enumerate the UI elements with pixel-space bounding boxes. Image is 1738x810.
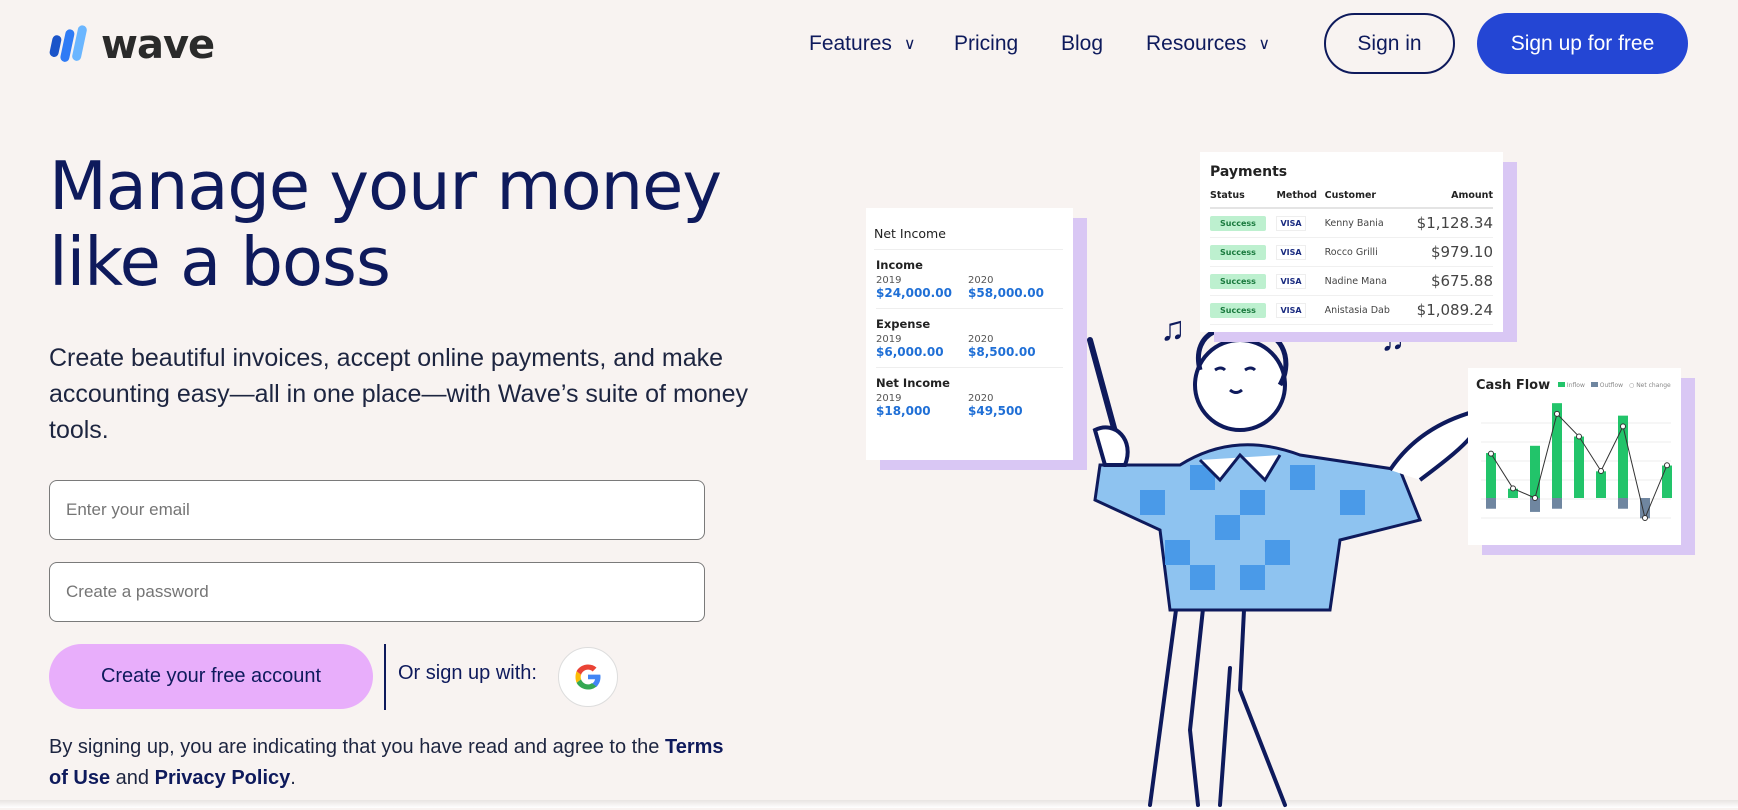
customer-name: Kenny Bania [1324, 208, 1403, 238]
legend: Inflow Outflow ○ Net change [1558, 382, 1671, 389]
outflow-bar [1486, 498, 1496, 509]
value: $6,000.00 [876, 345, 944, 359]
status-badge: Success [1210, 244, 1266, 260]
nav-features[interactable]: Features ∨ [809, 26, 916, 62]
nav-pricing[interactable]: Pricing [954, 26, 1018, 62]
payment-row: Success VISA Rocco Grilli $979.10 [1210, 237, 1493, 267]
section-label: Net Income [876, 376, 950, 390]
wave-logo[interactable]: wave [49, 22, 215, 68]
year: 2020 [968, 393, 994, 404]
net-change-point [1488, 450, 1494, 457]
sign-up-button[interactable]: Sign up for free [1477, 13, 1688, 74]
status-badge: Success [1210, 215, 1266, 231]
amount: $675.88 [1402, 266, 1493, 296]
value: $49,500 [968, 404, 1023, 418]
inflow-bar [1596, 471, 1606, 498]
value: $58,000.00 [968, 286, 1044, 300]
customer-name: Rocco Grilli [1324, 237, 1403, 267]
music-note-icon: ♫ [1160, 310, 1186, 348]
visa-icon: VISA [1276, 215, 1306, 231]
net-change-point [1664, 462, 1670, 469]
status-badge: Success [1210, 302, 1266, 318]
section-label: Expense [876, 317, 931, 331]
visa-icon: VISA [1276, 244, 1306, 260]
payment-row: Success VISA Kenny Bania $1,128.34 [1210, 208, 1493, 238]
character-illustration: ♫ ♫ ♫ [1040, 300, 1483, 807]
year: 2020 [968, 275, 994, 286]
card-title: Net Income [874, 226, 1063, 250]
customer-name: Anistasia Dab [1324, 295, 1403, 325]
value: $24,000.00 [876, 286, 952, 300]
terms-suffix: . [290, 767, 296, 789]
wave-logo-icon [49, 25, 87, 62]
payments-table: Status Method Customer Amount Success VIS… [1210, 190, 1493, 325]
status-badge: Success [1210, 273, 1266, 289]
net-change-point [1642, 515, 1648, 522]
column-header: Status [1210, 190, 1277, 209]
privacy-policy-link[interactable]: Privacy Policy [155, 767, 291, 789]
year: 2019 [876, 275, 902, 286]
cash-flow-chart [1481, 403, 1672, 522]
value: $8,500.00 [968, 345, 1036, 359]
page-title: Manage your money like a boss [49, 147, 722, 301]
sign-in-button[interactable]: Sign in [1324, 13, 1455, 74]
nav-blog[interactable]: Blog [1061, 26, 1103, 62]
chevron-down-icon: ∨ [1258, 36, 1271, 53]
net-change-point [1532, 495, 1538, 501]
hero-description: Create beautiful invoices, accept online… [49, 344, 748, 444]
inflow-bar [1574, 436, 1584, 498]
net-income-section: Net Income 2019 2020 $18,000 $49,500 [876, 368, 1063, 426]
legend-outflow: Outflow [1590, 382, 1623, 389]
income-section: Income 2019 2020 $24,000.00 $58,000.00 [876, 250, 1063, 309]
net-change-point [1554, 410, 1560, 417]
customer-name: Nadine Mana [1324, 266, 1403, 296]
visa-icon: VISA [1276, 273, 1306, 289]
expense-section: Expense 2019 2020 $6,000.00 $8,500.00 [876, 309, 1063, 368]
amount: $1,089.24 [1402, 295, 1493, 325]
nav-resources[interactable]: Resources ∨ [1146, 26, 1270, 62]
or-sign-up-label: Or sign up with: [398, 662, 537, 684]
net-income-card: Net Income Income 2019 2020 $24,000.00 $58,0… [866, 208, 1073, 460]
amount: $979.10 [1402, 237, 1493, 267]
email-input[interactable] [49, 480, 705, 540]
column-header: Method [1276, 190, 1325, 209]
nav-resources-label: Resources [1146, 32, 1247, 55]
google-icon [575, 664, 601, 690]
chevron-down-icon: ∨ [903, 36, 916, 53]
legend-inflow: Inflow [1558, 382, 1585, 389]
password-input[interactable] [49, 562, 705, 622]
column-header: Customer [1324, 190, 1403, 209]
legend-net: ○ Net change [1629, 382, 1671, 389]
amount: $1,128.34 [1402, 208, 1493, 238]
visa-icon: VISA [1276, 302, 1306, 318]
year: 2019 [876, 393, 902, 404]
payments-card: Payments Status Method Customer Amount S… [1200, 152, 1503, 332]
card-title: Payments [1210, 164, 1288, 180]
brand-name: wave [101, 22, 215, 68]
value: $18,000 [876, 404, 931, 418]
year: 2020 [968, 334, 994, 345]
outflow-bar [1618, 498, 1628, 509]
terms-text: By signing up, you are indicating that y… [49, 732, 729, 794]
google-signin-button[interactable] [558, 647, 618, 707]
nav-features-label: Features [809, 32, 892, 55]
terms-prefix: By signing up, you are indicating that y… [49, 736, 665, 758]
net-change-point [1620, 423, 1626, 430]
year: 2019 [876, 334, 902, 345]
payment-row: Success VISA Nadine Mana $675.88 [1210, 266, 1493, 296]
outflow-bar [1552, 498, 1562, 509]
column-header: Amount [1402, 190, 1493, 209]
inflow-bar [1530, 445, 1540, 498]
cash-flow-card: Cash Flow Inflow Outflow ○ Net change [1468, 368, 1681, 545]
section-label: Income [876, 258, 923, 272]
net-change-point [1598, 468, 1604, 475]
net-change-point [1510, 485, 1516, 492]
divider [384, 644, 386, 710]
inflow-bar [1662, 465, 1672, 498]
terms-and: and [110, 767, 155, 789]
create-account-button[interactable]: Create your free account [49, 644, 373, 709]
payment-row: Success VISA Anistasia Dab $1,089.24 [1210, 295, 1493, 325]
net-change-point [1576, 433, 1582, 440]
